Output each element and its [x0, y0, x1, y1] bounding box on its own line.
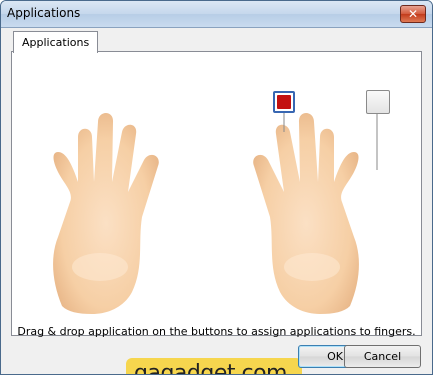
watermark-logo: gagadget.com — [126, 358, 302, 375]
titlebar: Applications ✕ — [1, 1, 432, 28]
right-hand — [253, 113, 359, 314]
instruction-text: Drag & drop application on the buttons t… — [17, 325, 416, 338]
finger-slot-empty[interactable] — [366, 90, 390, 114]
tab-panel: Drag & drop application on the buttons t… — [11, 51, 422, 338]
dialog-client: Applications Drag & drop application on … — [9, 31, 424, 374]
watermark-text: gagadget.com — [134, 361, 287, 375]
close-icon: ✕ — [407, 7, 419, 21]
pdf-icon — [277, 95, 291, 109]
close-button[interactable]: ✕ — [400, 5, 426, 23]
finger-slot-assigned[interactable] — [273, 91, 295, 113]
hands-illustration — [53, 109, 378, 314]
cancel-button[interactable]: Cancel — [344, 345, 421, 368]
tab-applications[interactable]: Applications — [13, 31, 99, 53]
left-hand — [53, 113, 159, 314]
window-title: Applications — [7, 6, 81, 20]
applications-dialog: Applications ✕ Applications Drag & drop … — [0, 0, 433, 375]
